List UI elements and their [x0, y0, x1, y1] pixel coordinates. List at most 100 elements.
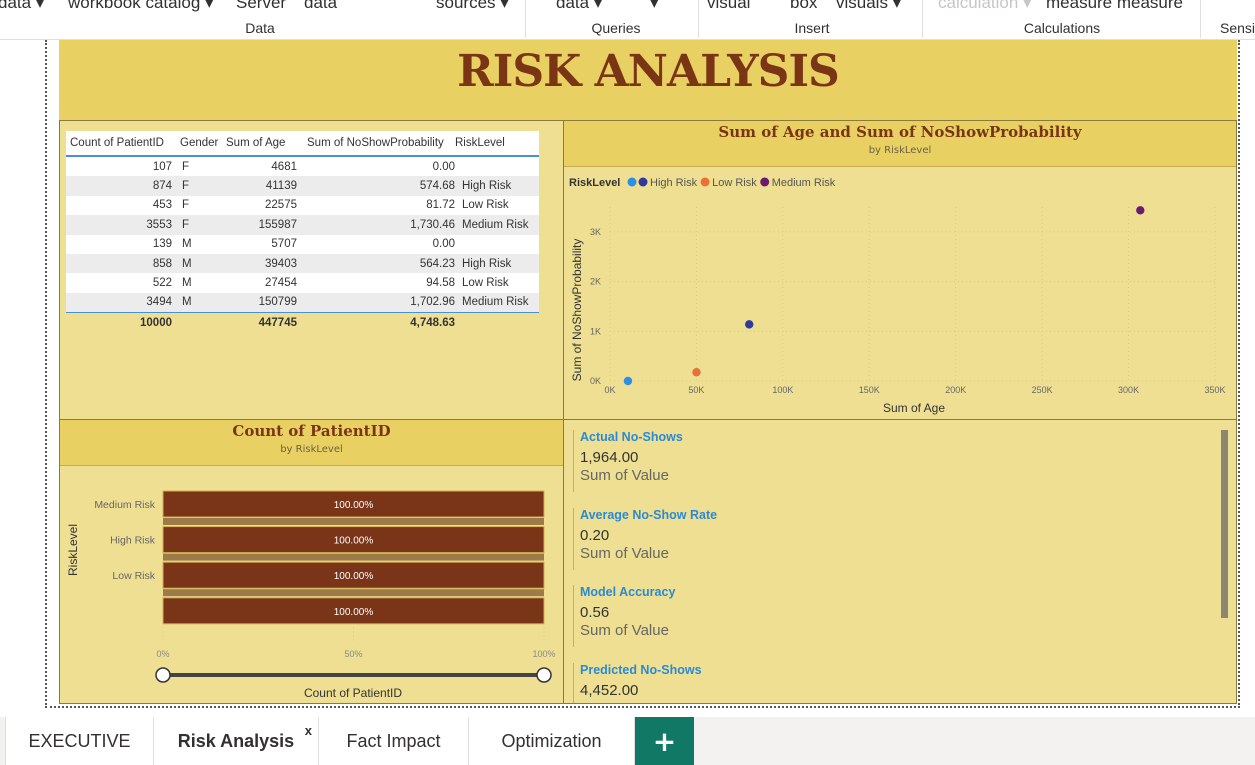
table-cell: 3494 [146, 296, 172, 309]
tab-label: Risk Analysis [177, 730, 295, 751]
zoom-slider[interactable] [155, 667, 552, 683]
table-cell: 522 [152, 277, 172, 290]
scatter-point[interactable] [623, 376, 633, 386]
table-cell: 564.23 [419, 257, 455, 270]
scatter-title: Sum of Age and Sum of NoShowProbability [718, 123, 1082, 141]
tab-executive[interactable]: EXECUTIVE [5, 717, 154, 765]
table-cell: 41139 [265, 180, 297, 193]
card-average-no-show-rate: Average No-Show Rate 0.20 Sum of Value [580, 508, 1180, 562]
ribbon-group-data: Data [245, 20, 275, 36]
ribbon-item-new-visual[interactable]: visual [707, 0, 750, 13]
multi-row-card[interactable]: Actual No-Shows 1,964.00 Sum of Value Av… [563, 419, 1237, 704]
column-header[interactable]: Gender [176, 137, 226, 149]
ribbon-item-get-data[interactable]: data ▾ [0, 0, 44, 13]
ribbon-item-new-measure[interactable]: measure measure [1046, 0, 1183, 13]
table-visual[interactable]: Count of PatientID Gender Sum of Age Sum… [59, 120, 564, 420]
scatter-legend-title: RiskLevel [569, 177, 620, 189]
table-cell: Medium Risk [462, 296, 529, 309]
card-label: Actual No-Shows [580, 430, 683, 444]
table-cell: 107 [152, 160, 172, 173]
tab-label: EXECUTIVE [28, 730, 131, 751]
table-cell: 1,702.96 [410, 296, 455, 309]
ribbon-item-quick-measure[interactable]: calculation ▾ [938, 0, 1032, 13]
ribbon-item-sql-server[interactable]: Server [236, 0, 286, 13]
card-scrollbar[interactable] [1221, 430, 1228, 618]
ribbon-item-transform-data[interactable]: data ▾ [556, 0, 602, 13]
table-cell: M [182, 257, 192, 270]
legend-marker [700, 177, 710, 187]
legend-label: Low Risk [712, 177, 757, 189]
tab-optimization[interactable]: Optimization [469, 717, 635, 765]
scatter-point[interactable] [745, 320, 754, 329]
card-label: Model Accuracy [580, 585, 676, 599]
zoom-slider-end-handle[interactable] [536, 667, 552, 683]
table-cell: F [182, 160, 190, 173]
table-row: 874 F 41139 574.68 High Risk [66, 176, 539, 196]
ribbon-item-refresh[interactable]: ▾ [650, 0, 659, 13]
report-title: RISK ANALYSIS [457, 46, 840, 97]
ribbon-group-sensitivity: Sensi [1220, 20, 1255, 36]
ribbon-group-calculations: Calculations [1023, 20, 1101, 36]
scatter-visual[interactable]: Sum of Age and Sum of NoShowProbability … [563, 120, 1237, 420]
bar-category-label: Low Risk [112, 570, 155, 582]
table-cell: M [182, 296, 192, 309]
column-header[interactable]: Sum of Age [226, 137, 297, 149]
scatter-x-tick-label: 150K [859, 385, 880, 395]
bar-header: Count of PatientID by RiskLevel [60, 420, 563, 466]
legend-marker [760, 177, 770, 187]
ribbon-item-recent-sources[interactable]: sources ▾ [436, 0, 509, 13]
card-value: 0.20 [580, 527, 610, 544]
table-cell: F [182, 218, 190, 231]
table-cell: 4681 [271, 160, 297, 173]
bar-subtitle: by RiskLevel [280, 444, 343, 455]
ribbon-item-more-visuals[interactable]: visuals ▾ [836, 0, 901, 13]
table-cell: Low Risk [462, 277, 509, 290]
table-total-cell: 10000 [140, 316, 172, 329]
table-cell: 155987 [258, 218, 297, 231]
scatter-y-ticks: 0K 1K 2K 3K [590, 227, 601, 386]
close-icon[interactable]: x [305, 723, 312, 738]
add-page-button[interactable]: + [635, 717, 694, 765]
scatter-y-tick-label: 3K [590, 227, 601, 237]
scatter-x-axis-label: Sum of Age [883, 401, 945, 415]
table-row: 3553 F 155987 1,730.46 Medium Risk [66, 215, 539, 235]
tab-fact-impact[interactable]: Fact Impact [319, 717, 469, 765]
legend-label: Medium Risk [772, 177, 836, 189]
card-value: 0.56 [580, 604, 610, 621]
bar-category-label: High Risk [110, 535, 156, 547]
bar-data-label: 100.00% [334, 607, 374, 618]
scatter-x-tick-label: 50K [688, 385, 704, 395]
column-header[interactable]: RiskLevel [455, 137, 539, 149]
report-page: RISK ANALYSIS Count of PatientID Gender … [59, 40, 1237, 704]
table-total-row: 10000 447745 4,748.63 [66, 312, 539, 332]
card-divider [573, 663, 574, 703]
scatter-point[interactable] [1136, 206, 1145, 215]
ribbon-separator [1200, 0, 1201, 38]
tab-risk-analysis[interactable]: Risk Analysis x [154, 717, 319, 765]
scatter-points[interactable] [623, 206, 1145, 386]
table-cell: F [182, 199, 190, 212]
column-header[interactable]: Sum of NoShowProbability [297, 137, 455, 149]
bar-visual[interactable]: Count of PatientID by RiskLevel 100.00% M… [59, 419, 564, 704]
scatter-x-tick-label: 350K [1204, 385, 1225, 395]
scatter-legend[interactable]: High Risk Low Risk Medium Risk [627, 177, 836, 189]
table-cell: 574.68 [419, 180, 455, 193]
scatter-y-tick-label: 2K [590, 277, 601, 287]
scatter-chart: RiskLevel High Risk Low Risk Medium Risk 0… [569, 177, 1226, 415]
ribbon-item-workbook-catalog[interactable]: workbook catalog ▾ [68, 0, 214, 13]
scatter-point[interactable] [692, 368, 701, 377]
ribbon-item-text-box[interactable]: box [790, 0, 817, 13]
card-actual-no-shows: Actual No-Shows 1,964.00 Sum of Value [580, 430, 1180, 484]
zoom-slider-start-handle[interactable] [155, 667, 171, 683]
table-cell: 22575 [265, 199, 297, 212]
legend-marker [627, 177, 637, 187]
table-cell: 81.72 [426, 199, 455, 212]
table-cell: High Risk [462, 257, 512, 270]
ribbon-separator [922, 0, 923, 38]
bar-bars[interactable]: 100.00% Medium Risk 100.00% High Risk 100.00… [94, 490, 545, 625]
column-header[interactable]: Count of PatientID [66, 137, 176, 149]
ribbon-item-enter-data[interactable]: data [304, 0, 337, 13]
table-cell: F [182, 180, 190, 193]
ribbon-group-queries: Queries [591, 20, 641, 36]
scatter-x-tick-label: 250K [1032, 385, 1053, 395]
